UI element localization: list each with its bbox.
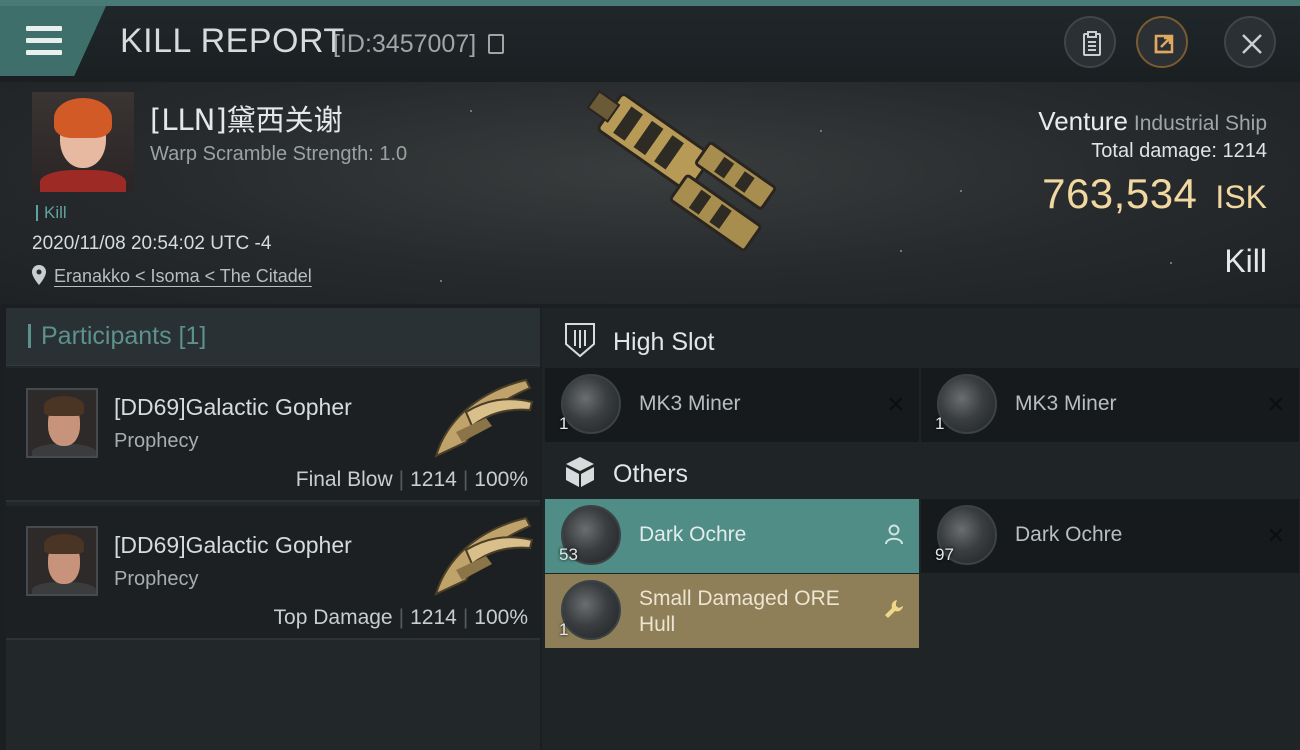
warp-scramble-strength: Warp Scramble Strength: 1.0 <box>150 143 408 165</box>
location-link[interactable]: Eranakko < Isoma < The Citadel <box>54 266 312 287</box>
destroyed-icon: ✕ <box>1266 392 1285 417</box>
total-damage: Total damage: 1214 <box>1091 140 1267 163</box>
others-label: Others <box>613 460 689 488</box>
kill-datetime: 2020/11/08 20:54:02 UTC -4 <box>32 233 272 254</box>
isk-value: 763,534 ISK <box>1042 170 1267 218</box>
participant-damage: 1214 <box>410 606 457 629</box>
item-name: Dark Ochre <box>639 523 747 546</box>
item-quantity: 1 <box>559 620 569 639</box>
hamburger-menu-icon[interactable] <box>26 26 62 56</box>
clipboard-icon <box>1083 31 1101 56</box>
item-quantity: 1 <box>559 414 569 433</box>
damaged-hull-icon <box>561 580 621 640</box>
person-icon <box>885 524 903 545</box>
cargo-item-dropped[interactable]: 53 Dark Ochre <box>545 499 919 573</box>
wrench-icon <box>885 600 903 618</box>
victim-name[interactable]: [LLN]黛西关谢 <box>150 97 343 139</box>
cargo-item-dropped[interactable]: 1 Small Damaged ORE Hull <box>545 574 919 648</box>
close-button[interactable] <box>1224 16 1276 68</box>
kill-id: [ID:3457007] <box>333 30 477 58</box>
high-slot-item[interactable]: 1 MK3 Miner ✕ <box>921 368 1299 442</box>
participant-role: Top Damage <box>273 606 393 629</box>
participants-title: Participants [1] <box>28 324 206 349</box>
isk-unit: ISK <box>1215 179 1267 215</box>
participant-role: Final Blow <box>295 468 393 491</box>
victim-portrait[interactable] <box>32 92 134 192</box>
close-icon <box>1242 34 1262 54</box>
participant-avatar[interactable] <box>26 526 98 596</box>
participant-avatar[interactable] <box>26 388 98 458</box>
isk-amount: 763,534 <box>1042 170 1198 217</box>
clipboard-button[interactable] <box>1064 16 1116 68</box>
item-name: Small Damaged ORE Hull <box>639 586 840 638</box>
participant-percent: 100% <box>474 606 528 629</box>
high-slot-item[interactable]: 1 MK3 Miner ✕ <box>545 368 919 442</box>
copy-id-icon[interactable] <box>488 34 504 54</box>
item-name-line1: Small Damaged ORE <box>639 587 840 610</box>
participant-ship: Prophecy <box>114 568 199 590</box>
ship-class: Industrial Ship <box>1133 112 1267 135</box>
item-name: Dark Ochre <box>1015 523 1123 546</box>
high-slot-label: High Slot <box>613 328 715 356</box>
kill-status: Kill <box>1224 243 1267 279</box>
cargo-box-icon <box>566 457 594 487</box>
participant-damage: 1214 <box>410 468 457 491</box>
mk3-miner-icon <box>561 374 621 434</box>
page-title: KILL REPORT <box>120 22 345 60</box>
participant-name: [DD69]Galactic Gopher <box>114 532 352 558</box>
item-name-line2: Hull <box>639 613 676 636</box>
item-quantity: 97 <box>935 545 954 564</box>
destroyed-icon: ✕ <box>886 392 905 417</box>
participant-stats: Final Blow | 1214 | 100% <box>295 468 528 491</box>
high-slot-icon <box>565 323 595 358</box>
destroyed-icon: ✕ <box>1266 523 1285 548</box>
cargo-item[interactable]: 97 Dark Ochre ✕ <box>921 499 1299 573</box>
share-button[interactable] <box>1136 16 1188 68</box>
participant-name: [DD69]Galactic Gopher <box>114 394 352 420</box>
item-quantity: 1 <box>935 414 945 433</box>
high-slot-header: High Slot <box>545 310 1297 370</box>
venture-ship-image <box>586 90 777 252</box>
participant-percent: 100% <box>474 468 528 491</box>
total-damage-value: 1214 <box>1222 140 1268 162</box>
mk3-miner-icon <box>937 374 997 434</box>
participant-ship: Prophecy <box>114 430 199 452</box>
total-damage-label: Total damage: <box>1091 140 1217 162</box>
share-icon <box>1154 34 1174 54</box>
kill-tag: Kill <box>36 204 67 221</box>
prophecy-ship-image <box>434 516 534 596</box>
participant-stats: Top Damage | 1214 | 100% <box>273 606 528 629</box>
victim-ship[interactable]: Venture Industrial Ship <box>1038 106 1267 137</box>
item-name: MK3 Miner <box>639 392 741 415</box>
ship-name: Venture <box>1038 106 1128 136</box>
item-quantity: 53 <box>559 545 578 564</box>
location-pin-icon <box>32 265 46 285</box>
prophecy-ship-image <box>434 378 534 458</box>
participant-row[interactable]: [DD69]Galactic Gopher Prophecy Top Damag… <box>6 506 540 640</box>
participant-row[interactable]: [DD69]Galactic Gopher Prophecy Final Blo… <box>6 368 540 502</box>
others-header: Others <box>545 442 1297 502</box>
item-name: MK3 Miner <box>1015 392 1117 415</box>
